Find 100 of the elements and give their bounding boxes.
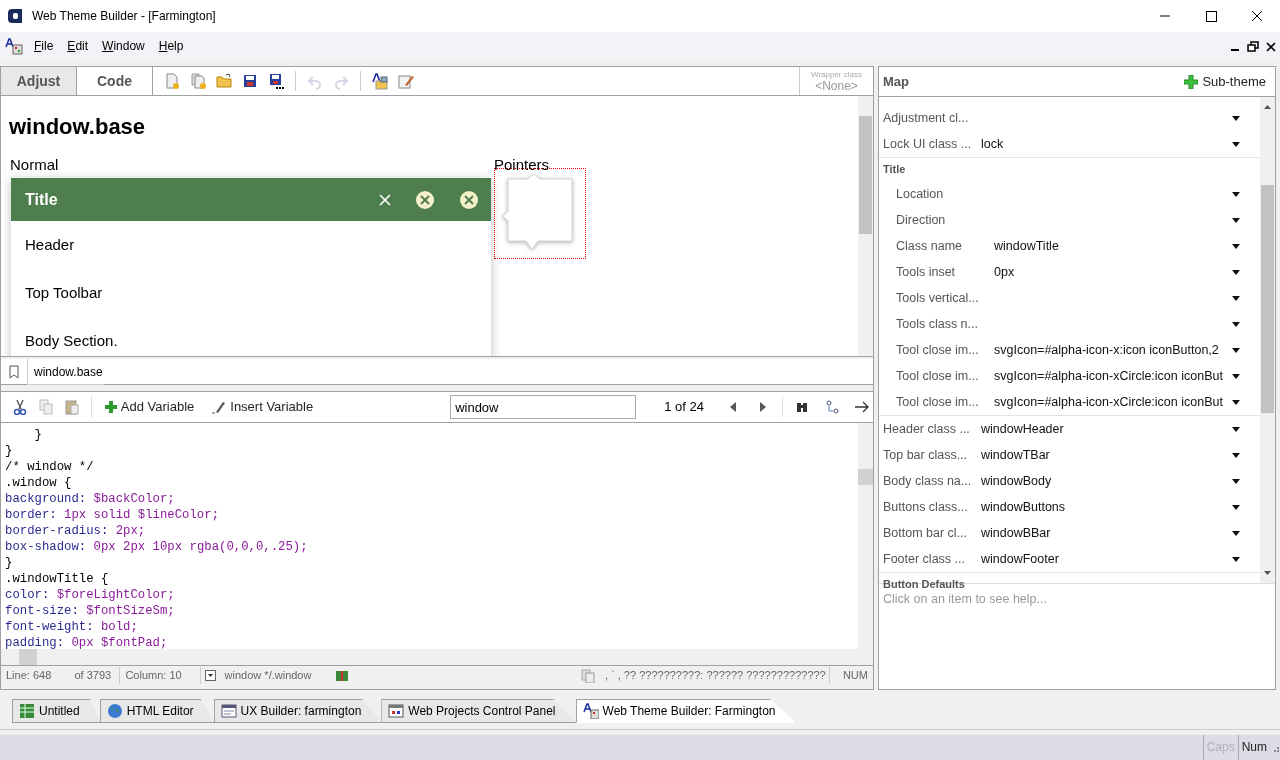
line-number: Line: 648 xyxy=(5,668,53,684)
dropdown-caret-icon xyxy=(1232,478,1240,484)
document-tab[interactable]: HTML Editor xyxy=(99,699,215,723)
property-label: Adjustment cl... xyxy=(883,109,970,127)
property-label: Tools inset xyxy=(896,263,957,281)
property-row[interactable]: Tool close im... svgIcon=#alpha-icon-xCircle:icon iconBut xyxy=(879,363,1260,389)
property-row[interactable]: Tool close im... svgIcon=#alpha-icon-x:icon iconButton,2 xyxy=(879,337,1260,363)
property-label: Tool close im... xyxy=(896,367,980,385)
spreadsheet-icon xyxy=(19,703,35,719)
code-line: .windowTitle { xyxy=(5,571,110,587)
scrollbar[interactable] xyxy=(858,423,873,649)
menu-item[interactable]: Window xyxy=(95,37,152,55)
property-value: windowBody xyxy=(981,472,1053,490)
property-row[interactable]: Class name windowTitle xyxy=(879,233,1260,259)
code-line: background: $backColor; xyxy=(5,491,176,507)
dropdown-caret-icon xyxy=(1232,191,1240,197)
search-field[interactable]: window xyxy=(450,395,637,419)
property-value: svgIcon=#alpha-icon-x:icon iconButton,2 xyxy=(994,341,1220,359)
code-line: font-weight: bold; xyxy=(5,619,139,635)
edit-icon xyxy=(397,72,415,90)
document-tab[interactable]: UX Builder: farmington xyxy=(213,699,383,723)
property-row[interactable]: Tools inset 0px xyxy=(879,259,1260,285)
property-value: windowButtons xyxy=(981,498,1067,516)
property-row[interactable]: Body class na... windowBody xyxy=(879,468,1260,494)
dropdown-icon[interactable] xyxy=(204,670,216,681)
property-row[interactable]: Bottom bar cl... windowBBar xyxy=(879,520,1260,546)
code-line: .window { xyxy=(5,475,73,491)
dropdown-caret-icon xyxy=(1232,141,1240,147)
code-line: border: 1px solid $lineColor; xyxy=(5,507,220,523)
num-indicator: NUM xyxy=(841,668,869,684)
property-value: windowTBar xyxy=(981,446,1051,464)
pencil-icon xyxy=(212,400,227,414)
panel-title: Map xyxy=(883,72,910,91)
theme-icon xyxy=(5,37,23,55)
add-sub-theme-button[interactable]: Sub-theme xyxy=(1183,70,1267,93)
property-value: windowFooter xyxy=(981,550,1060,568)
new-file-icon xyxy=(163,72,181,90)
close-icon[interactable] xyxy=(1265,40,1277,53)
section-label: Normal xyxy=(9,155,60,175)
property-label: Tool close im... xyxy=(896,341,980,359)
group-header: Title xyxy=(879,157,1260,181)
plus-icon xyxy=(1184,74,1199,89)
close-circle-icon[interactable] xyxy=(459,189,479,210)
property-label: Body class na... xyxy=(883,472,973,490)
property-row[interactable]: Adjustment cl... xyxy=(879,105,1260,131)
property-value: lock xyxy=(981,135,1005,153)
theme-button[interactable] xyxy=(369,70,391,92)
line-total: of 3793 xyxy=(69,667,121,684)
scrollbar[interactable] xyxy=(1260,97,1275,583)
preview-heading: window.base xyxy=(8,113,147,141)
plus-icon xyxy=(104,401,117,413)
code-line: /* window */ xyxy=(5,459,95,475)
bookmark-icon xyxy=(7,363,21,380)
floppy-disk-icon xyxy=(267,72,285,90)
dropdown-caret-icon xyxy=(1232,452,1240,458)
menu-item[interactable]: File xyxy=(27,37,61,55)
document-tab[interactable]: Web Theme Builder: Farmington xyxy=(575,699,797,723)
document-tab[interactable]: Untitled xyxy=(12,699,101,723)
menu-item[interactable]: Help xyxy=(151,37,191,55)
property-row[interactable]: Header class ... windowHeader xyxy=(879,416,1260,442)
window-row-text: Top Toolbar xyxy=(24,282,104,303)
dropdown-caret-icon xyxy=(1232,217,1240,223)
property-row[interactable]: Tool close im... svgIcon=#alpha-icon-xCircle:icon iconBut xyxy=(879,389,1260,415)
property-label: Tools vertical... xyxy=(896,289,980,307)
property-row[interactable]: Location xyxy=(879,181,1260,207)
dropdown-caret-icon xyxy=(1232,530,1240,536)
property-label: Bottom bar cl... xyxy=(883,524,969,542)
globe-icon xyxy=(106,703,123,719)
property-row[interactable]: Lock UI class ... lock xyxy=(879,131,1260,157)
property-row[interactable]: Buttons class... windowButtons xyxy=(879,494,1260,520)
add-variable-button[interactable]: Add Variable xyxy=(95,396,204,418)
property-value: svgIcon=#alpha-icon-xCircle:icon iconBut xyxy=(994,367,1224,385)
property-row[interactable]: Direction xyxy=(879,207,1260,233)
cut-icon xyxy=(12,399,28,415)
dropdown-caret-icon xyxy=(1232,373,1240,379)
property-row[interactable]: Top bar class... windowTBar xyxy=(879,442,1260,468)
scrollbar[interactable] xyxy=(858,96,873,356)
property-label: Tool close im... xyxy=(896,393,980,411)
code-line: } xyxy=(33,427,43,443)
document-tab[interactable]: Web Projects Control Panel xyxy=(381,699,577,723)
selector-path: window */.window xyxy=(223,668,313,684)
property-label: Class name xyxy=(896,237,963,255)
field-label: Wrapper class xyxy=(811,69,862,79)
restore-icon[interactable] xyxy=(1247,40,1259,53)
match-count: 1 of 24 xyxy=(664,398,705,417)
close-circle-icon[interactable] xyxy=(415,189,435,210)
property-value: 0px xyxy=(994,263,1016,281)
triangle-left-icon xyxy=(729,402,737,412)
property-row[interactable]: Footer class ... windowFooter xyxy=(879,546,1260,572)
code-line: box-shadow: 0px 2px 10px rgba(0,0,0,.25); xyxy=(5,539,309,555)
editor-tab[interactable]: Adjust xyxy=(1,67,77,95)
property-label: Direction xyxy=(896,211,947,229)
window-icon xyxy=(388,703,405,719)
insert-variable-button[interactable]: Insert Variable xyxy=(203,396,323,418)
property-row[interactable]: Tools class n... xyxy=(879,311,1260,337)
menu-item[interactable]: Edit xyxy=(60,37,96,55)
property-row[interactable]: Tools vertical... xyxy=(879,285,1260,311)
copy-file-icon xyxy=(189,72,207,90)
folder-icon xyxy=(215,72,233,90)
dropdown-caret-icon xyxy=(1232,243,1240,249)
